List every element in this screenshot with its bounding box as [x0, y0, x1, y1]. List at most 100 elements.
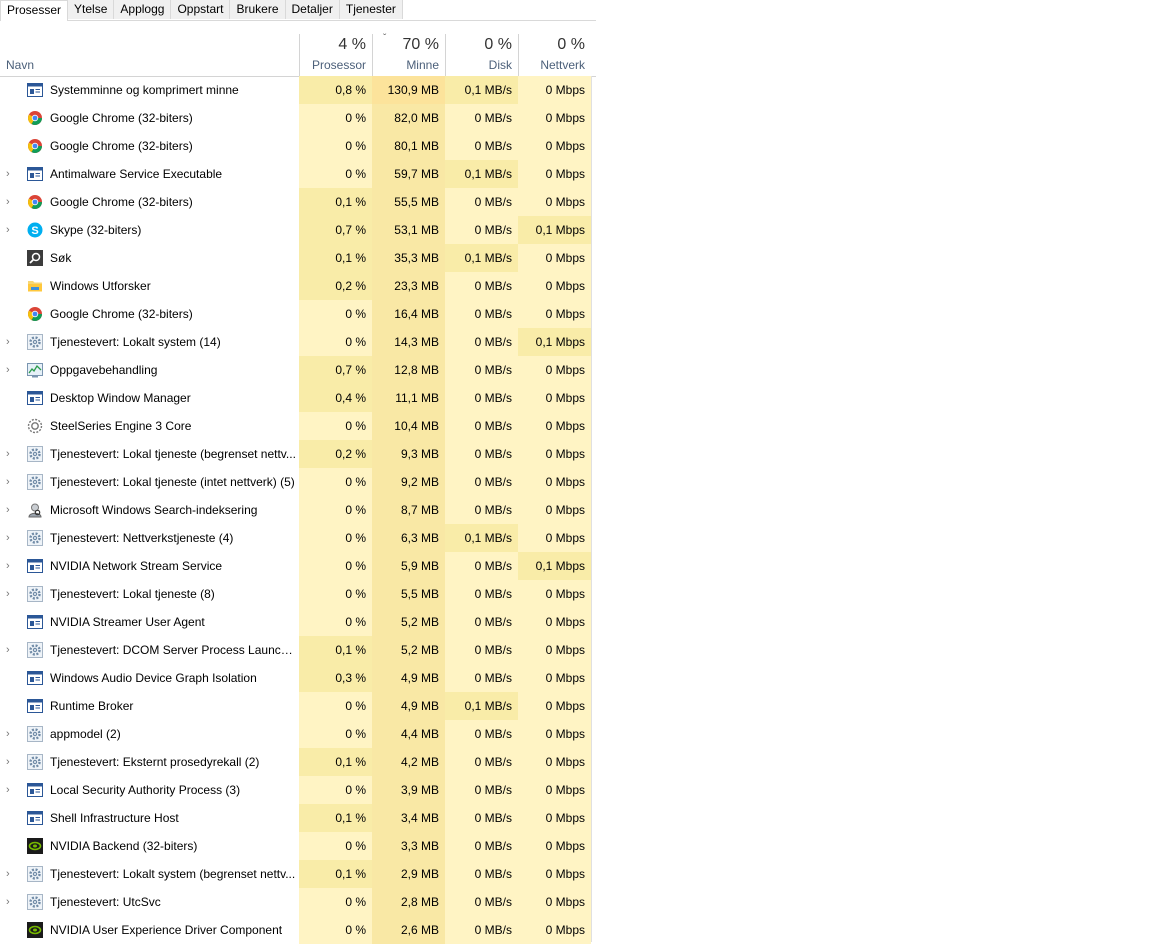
memory-value: 2,6 MB: [372, 916, 445, 944]
cpu-value: 0,7 %: [299, 356, 372, 384]
process-row[interactable]: › Tjenestevert: Lokalt system (begrenset …: [0, 860, 596, 888]
process-name: Søk: [50, 251, 72, 265]
process-name: Skype (32-biters): [50, 223, 142, 237]
process-name: Tjenestevert: Lokal tjeneste (intet nett…: [50, 475, 295, 489]
process-row[interactable]: › Tjenestevert: Lokal tjeneste (begrenset…: [0, 440, 596, 468]
chevron-right-icon[interactable]: ›: [6, 756, 14, 768]
process-row[interactable]: › Tjenestevert: DCOM Server Process Launc…: [0, 636, 596, 664]
disk-value: 0 MB/s: [445, 412, 518, 440]
chevron-right-icon[interactable]: ›: [6, 560, 14, 572]
memory-value: 5,2 MB: [372, 608, 445, 636]
network-value: 0 Mbps: [518, 356, 591, 384]
process-row[interactable]: Desktop Window Manager 0,4 % 11,1 MB 0 MB/s…: [0, 384, 596, 412]
process-row[interactable]: › S Skype (32-biters) 0,7 % 53,1 MB 0 MB/s 0,1…: [0, 216, 596, 244]
chevron-right-icon[interactable]: ›: [6, 728, 14, 740]
process-row[interactable]: › Tjenestevert: Lokalt system (14) 0 % 14,3…: [0, 328, 596, 356]
disk-value: 0 MB/s: [445, 104, 518, 132]
process-row[interactable]: › Tjenestevert: Lokal tjeneste (intet net…: [0, 468, 596, 496]
process-row[interactable]: Google Chrome (32-biters) 0 % 16,4 MB 0 MB/…: [0, 300, 596, 328]
chevron-right-icon[interactable]: ›: [6, 448, 14, 460]
process-row[interactable]: › Microsoft Windows Search-indeksering 0 %…: [0, 496, 596, 524]
process-row[interactable]: Windows Utforsker 0,2 % 23,3 MB 0 MB/s 0 Mbp…: [0, 272, 596, 300]
memory-value: 3,4 MB: [372, 804, 445, 832]
chevron-right-icon[interactable]: ›: [6, 504, 14, 516]
tab-tjenester[interactable]: Tjenester: [339, 0, 403, 19]
process-row[interactable]: Runtime Broker 0 % 4,9 MB 0,1 MB/s 0 Mbps: [0, 692, 596, 720]
process-name: Tjenestevert: Nettverkstjeneste (4): [50, 531, 234, 545]
process-list: Systemminne og komprimert minne 0,8 % 130,…: [0, 76, 596, 944]
network-value: 0 Mbps: [518, 468, 591, 496]
disk-value: 0 MB/s: [445, 580, 518, 608]
header-network-label: Nettverk: [540, 58, 585, 72]
memory-value: 10,4 MB: [372, 412, 445, 440]
process-row[interactable]: › Oppgavebehandling 0,7 % 12,8 MB 0 MB/s 0 Mb…: [0, 356, 596, 384]
network-value: 0 Mbps: [518, 188, 591, 216]
memory-value: 2,8 MB: [372, 888, 445, 916]
tab-prosesser[interactable]: Prosesser: [0, 0, 69, 21]
process-row[interactable]: NVIDIA Backend (32-biters) 0 % 3,3 MB 0 MB/…: [0, 832, 596, 860]
process-row[interactable]: Google Chrome (32-biters) 0 % 80,1 MB 0 MB/…: [0, 132, 596, 160]
cpu-value: 0 %: [299, 916, 372, 944]
chevron-right-icon[interactable]: ›: [6, 336, 14, 348]
process-row[interactable]: NVIDIA Streamer User Agent 0 % 5,2 MB 0 MB/…: [0, 608, 596, 636]
tab-ytelse[interactable]: Ytelse: [68, 0, 115, 19]
chrome-icon: [27, 110, 43, 126]
process-row[interactable]: › Tjenestevert: Eksternt prosedyrekall (2…: [0, 748, 596, 776]
process-row[interactable]: › Tjenestevert: Lokal tjeneste (8) 0 % 5,5 …: [0, 580, 596, 608]
process-row[interactable]: › Antimalware Service Executable 0 % 59,7 M…: [0, 160, 596, 188]
chevron-right-icon[interactable]: ›: [6, 644, 14, 656]
process-row[interactable]: › NVIDIA Network Stream Service 0 % 5,9 MB 0…: [0, 552, 596, 580]
process-row[interactable]: Systemminne og komprimert minne 0,8 % 130,…: [0, 76, 596, 104]
process-name: Tjenestevert: Eksternt prosedyrekall (2): [50, 755, 260, 769]
chevron-right-icon[interactable]: ›: [6, 532, 14, 544]
tab-applogg[interactable]: Applogg: [114, 0, 172, 19]
process-row[interactable]: Google Chrome (32-biters) 0 % 82,0 MB 0 MB/…: [0, 104, 596, 132]
chevron-right-icon[interactable]: ›: [6, 476, 14, 488]
process-row[interactable]: › Local Security Authority Process (3) 0 %…: [0, 776, 596, 804]
gear-icon: [27, 530, 43, 546]
chevron-right-icon[interactable]: ›: [6, 868, 14, 880]
network-value: 0 Mbps: [518, 720, 591, 748]
window-icon: [27, 782, 43, 798]
cpu-value: 0,1 %: [299, 188, 372, 216]
memory-value: 16,4 MB: [372, 300, 445, 328]
network-value: 0 Mbps: [518, 580, 591, 608]
disk-value: 0 MB/s: [445, 860, 518, 888]
chevron-right-icon[interactable]: ›: [6, 364, 14, 376]
header-network[interactable]: 0 % Nettverk: [518, 34, 591, 76]
tab-brukere[interactable]: Brukere: [230, 0, 286, 19]
process-row[interactable]: Shell Infrastructure Host 0,1 % 3,4 MB 0 MB…: [0, 804, 596, 832]
process-row[interactable]: Søk 0,1 % 35,3 MB 0,1 MB/s 0 Mbps: [0, 244, 596, 272]
chevron-right-icon[interactable]: ›: [6, 896, 14, 908]
chevron-right-icon[interactable]: ›: [6, 196, 14, 208]
header-memory[interactable]: ˇ 70 % Minne: [372, 33, 445, 76]
process-row[interactable]: › Tjenestevert: Nettverkstjeneste (4) 0 % 6…: [0, 524, 596, 552]
process-row[interactable]: › Tjenestevert: UtcSvc 0 % 2,8 MB 0 MB/s 0 Mb…: [0, 888, 596, 916]
network-value: 0 Mbps: [518, 608, 591, 636]
network-value: 0 Mbps: [518, 160, 591, 188]
process-name: Google Chrome (32-biters): [50, 307, 193, 321]
header-name[interactable]: Navn: [6, 58, 34, 72]
disk-value: 0 MB/s: [445, 888, 518, 916]
header-disk[interactable]: 0 % Disk: [445, 34, 518, 76]
cpu-value: 0,7 %: [299, 216, 372, 244]
chevron-right-icon[interactable]: ›: [6, 224, 14, 236]
process-row[interactable]: › Google Chrome (32-biters) 0,1 % 55,5 MB 0 …: [0, 188, 596, 216]
process-row[interactable]: NVIDIA User Experience Driver Component 0…: [0, 916, 596, 944]
process-name: NVIDIA User Experience Driver Component: [50, 923, 283, 937]
process-row[interactable]: SteelSeries Engine 3 Core 0 % 10,4 MB 0 MB/…: [0, 412, 596, 440]
process-row[interactable]: › appmodel (2) 0 % 4,4 MB 0 MB/s 0 Mbps: [0, 720, 596, 748]
memory-value: 80,1 MB: [372, 132, 445, 160]
tab-detaljer[interactable]: Detaljer: [285, 0, 340, 19]
disk-value: 0 MB/s: [445, 272, 518, 300]
chrome-icon: [27, 194, 43, 210]
process-name: Windows Audio Device Graph Isolation: [50, 671, 257, 685]
tab-oppstart[interactable]: Oppstart: [171, 0, 231, 19]
process-row[interactable]: Windows Audio Device Graph Isolation 0,3 …: [0, 664, 596, 692]
header-cpu[interactable]: 4 % Prosessor: [299, 34, 372, 76]
chevron-right-icon[interactable]: ›: [6, 588, 14, 600]
network-value: 0 Mbps: [518, 496, 591, 524]
process-name: Google Chrome (32-biters): [50, 139, 193, 153]
chevron-right-icon[interactable]: ›: [6, 784, 14, 796]
chevron-right-icon[interactable]: ›: [6, 168, 14, 180]
